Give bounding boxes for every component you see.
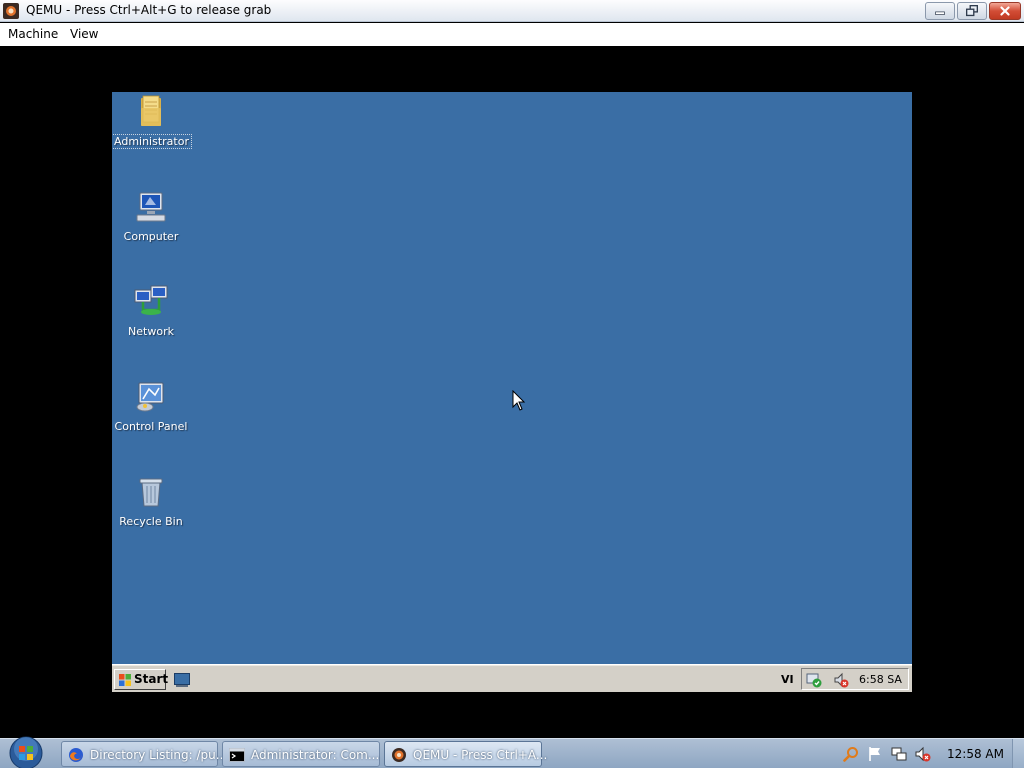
guest-taskbar: Start VI 6:58 SA	[112, 664, 912, 692]
desktop-icon-label: Computer	[123, 230, 179, 243]
host-task-label: QEMU - Press Ctrl+A...	[413, 748, 548, 762]
mouse-cursor-icon	[512, 389, 526, 412]
desktop-icon-administrator[interactable]: Administrator	[112, 94, 192, 149]
control-panel-icon	[133, 379, 169, 415]
desktop-icon-computer[interactable]: Computer	[112, 189, 190, 244]
host-taskbar: Directory Listing: /pu... Administrator:…	[0, 735, 1024, 768]
desktop-icon-control-panel[interactable]: Control Panel	[112, 379, 190, 434]
windows-flag-icon	[118, 673, 132, 687]
cmd-icon	[229, 747, 245, 763]
close-button[interactable]	[989, 2, 1021, 20]
menu-bar: Machine View	[0, 23, 1024, 46]
restore-button[interactable]	[957, 2, 987, 20]
restore-icon	[966, 5, 978, 17]
host-task-label: Directory Listing: /pu...	[90, 748, 228, 762]
volume-muted-tray-icon[interactable]	[915, 746, 931, 762]
language-indicator[interactable]: VI	[781, 673, 794, 686]
host-task-cmd[interactable]: Administrator: Com...	[222, 741, 380, 767]
firefox-icon	[68, 747, 84, 763]
guest-system-tray: 6:58 SA	[801, 668, 909, 690]
desktop-icon-recycle-bin[interactable]: Recycle Bin	[112, 474, 190, 529]
guest-desktop[interactable]: Administrator Computer Network Control P…	[112, 92, 912, 692]
guest-start-button[interactable]: Start	[114, 669, 169, 690]
window-titlebar[interactable]: QEMU - Press Ctrl+Alt+G to release grab	[0, 0, 1024, 22]
search-icon[interactable]	[843, 746, 859, 762]
host-task-firefox[interactable]: Directory Listing: /pu...	[61, 741, 227, 767]
host-task-label: Administrator: Com...	[251, 748, 380, 762]
computer-icon	[133, 189, 169, 225]
network-tray-icon[interactable]	[891, 746, 907, 762]
folder-icon	[133, 94, 169, 130]
show-desktop-icon[interactable]	[174, 672, 190, 687]
desktop-icon-label: Network	[128, 325, 174, 338]
minimize-icon	[935, 11, 945, 15]
windows-orb-icon	[9, 736, 43, 768]
host-task-qemu[interactable]: QEMU - Press Ctrl+A...	[384, 741, 547, 767]
close-icon	[1000, 6, 1010, 16]
start-label: Start	[134, 672, 169, 686]
menu-machine[interactable]: Machine	[8, 27, 58, 41]
security-shield-icon[interactable]	[806, 672, 822, 688]
guest-clock[interactable]: 6:58 SA	[859, 673, 902, 686]
action-center-flag-icon[interactable]	[867, 746, 883, 762]
network-icon	[133, 284, 169, 320]
qemu-icon	[391, 747, 407, 763]
recycle-bin-icon	[133, 474, 169, 510]
qemu-icon	[3, 3, 19, 19]
host-start-orb[interactable]	[6, 735, 46, 768]
desktop-icon-label: Recycle Bin	[119, 515, 183, 528]
host-show-desktop-button[interactable]	[1012, 739, 1024, 768]
volume-muted-icon[interactable]	[833, 672, 849, 688]
desktop-icon-network[interactable]: Network	[112, 284, 190, 339]
desktop-icon-label: Administrator	[112, 134, 192, 149]
minimize-button[interactable]	[925, 2, 955, 20]
desktop-icon-label: Control Panel	[114, 420, 188, 433]
host-clock[interactable]: 12:58 AM	[947, 747, 1004, 761]
menu-view[interactable]: View	[70, 27, 98, 41]
window-title: QEMU - Press Ctrl+Alt+G to release grab	[26, 3, 272, 17]
